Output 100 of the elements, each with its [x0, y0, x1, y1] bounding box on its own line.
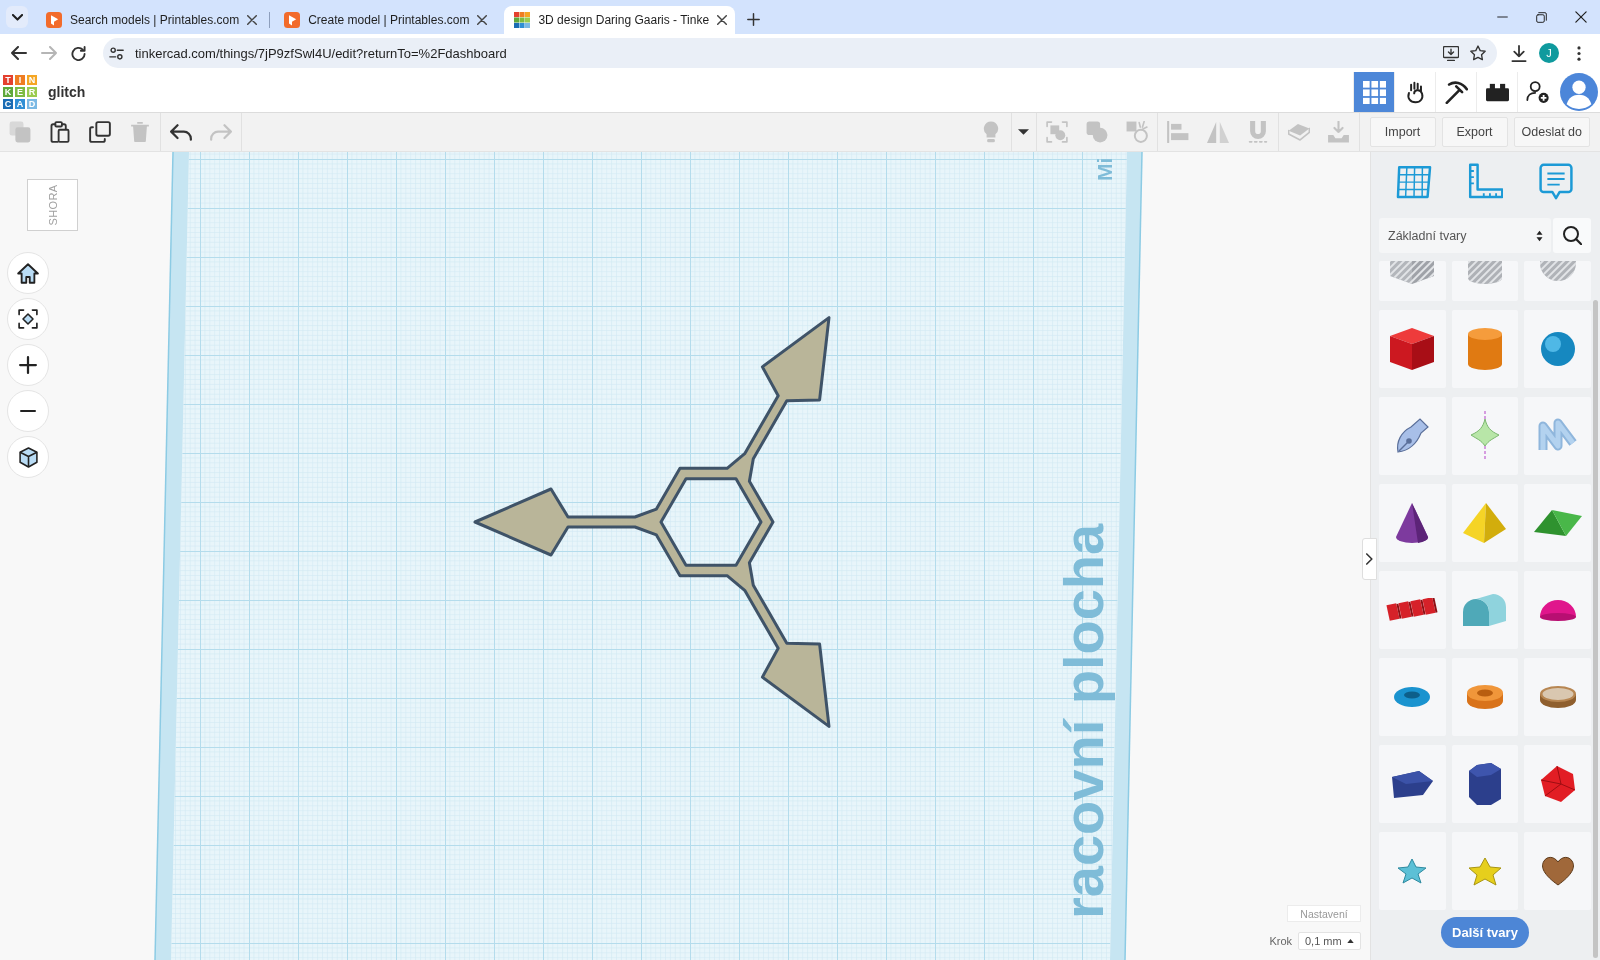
search-button[interactable] [1553, 218, 1591, 253]
shape-tile[interactable] [1451, 261, 1519, 301]
workplane-label: racovní plocha [1052, 523, 1115, 919]
site-logo-icon [46, 12, 62, 28]
shape-tile[interactable] [1451, 484, 1519, 562]
export-button[interactable]: Export [1441, 117, 1508, 147]
project-name[interactable]: glitch [48, 84, 86, 100]
ruler-icon[interactable] [1467, 162, 1503, 200]
cylinder-icon [1467, 327, 1503, 371]
star-icon[interactable] [1470, 45, 1486, 61]
shape-tile[interactable] [1524, 658, 1591, 736]
plus-icon[interactable] [747, 13, 761, 26]
browser-tab[interactable]: Create model | Printables.com [274, 6, 496, 34]
design-view-button[interactable] [1353, 72, 1394, 112]
shape-tile[interactable] [1379, 261, 1446, 301]
shape-tile[interactable] [1524, 261, 1591, 301]
chevron-down-icon [11, 13, 23, 21]
shape-tile[interactable] [1524, 571, 1591, 649]
sphere-icon [1539, 331, 1576, 367]
updown-caret-icon [1536, 229, 1543, 242]
ring-icon [1538, 685, 1577, 709]
close-icon[interactable] [1574, 11, 1587, 23]
address-bar[interactable]: tinkercad.com/things/7jP9zfSwl4U/edit?returnTo=%2Fdashboard [103, 38, 1497, 68]
scrollbar[interactable] [1593, 300, 1598, 958]
logo-letter: T [2, 74, 14, 86]
close-icon[interactable] [247, 15, 258, 25]
shape-tile[interactable] [1451, 832, 1519, 910]
home-view-button[interactable] [7, 252, 49, 294]
hexagonal-prism-icon [1468, 762, 1502, 806]
shape-tile[interactable] [1379, 571, 1446, 649]
install-icon[interactable] [1443, 45, 1459, 61]
projection-button[interactable] [7, 436, 49, 478]
shape-tile[interactable] [1379, 397, 1446, 475]
shape-tile[interactable] [1379, 658, 1446, 736]
pen-nib-icon [1395, 418, 1430, 454]
cube-icon [18, 446, 38, 468]
search-icon [1562, 226, 1582, 245]
shape-tile[interactable] [1379, 745, 1446, 823]
reload-icon[interactable] [71, 45, 86, 61]
close-icon[interactable] [477, 15, 488, 25]
shape-tile[interactable] [1524, 397, 1591, 475]
panel-toggle-button[interactable] [1362, 538, 1377, 580]
logo-letter: A [14, 98, 26, 110]
close-icon[interactable] [717, 15, 728, 25]
back-icon[interactable] [11, 46, 27, 60]
tab-search-button[interactable] [6, 6, 28, 28]
shape-tile[interactable] [1524, 484, 1591, 562]
polyhedron-icon [1539, 765, 1576, 803]
star-icon [1397, 858, 1428, 884]
step-field[interactable]: 0,1 mm [1298, 932, 1361, 950]
url-field[interactable]: tinkercad.com/things/7jP9zfSwl4U/edit?returnTo=%2Fdashboard [135, 45, 507, 61]
category-dropdown[interactable]: Základní tvary [1379, 218, 1551, 253]
pickaxe-icon [1444, 80, 1468, 104]
send-to-button[interactable]: Odeslat do [1513, 117, 1590, 147]
shape-tile[interactable] [1524, 832, 1591, 910]
copy-icon [9, 121, 31, 143]
more-icon[interactable] [1577, 45, 1581, 61]
duplicate-icon [89, 121, 111, 143]
torus-icon [1393, 686, 1432, 708]
browser-tab[interactable]: Search models | Printables.com [36, 6, 266, 34]
overlapping-shapes-icon [1085, 121, 1108, 143]
dome-icon [1538, 598, 1577, 622]
undo-icon [170, 123, 192, 141]
minus-icon [19, 410, 37, 412]
add-user-icon [1526, 80, 1550, 104]
shape-tile[interactable] [1451, 745, 1519, 823]
restore-icon[interactable] [1536, 11, 1547, 23]
redo-icon [210, 123, 232, 141]
shape-tile[interactable] [1379, 484, 1446, 562]
pentagon-prism-icon [1390, 769, 1434, 799]
tube-icon [1466, 684, 1504, 710]
shape-tile[interactable] [1451, 310, 1519, 388]
site-logo-icon [284, 12, 301, 28]
shape-tile[interactable] [1451, 397, 1519, 475]
import-button[interactable]: Import [1369, 117, 1436, 147]
spinning-top-icon [1470, 410, 1500, 462]
shape-tile[interactable] [1379, 832, 1446, 910]
striped-box-icon [1389, 261, 1436, 285]
grid-icon [1362, 80, 1386, 104]
site-settings-icon[interactable] [109, 46, 124, 60]
shape-tile[interactable] [1379, 310, 1446, 388]
logo-letter: D [26, 98, 38, 110]
shape-tile[interactable] [1451, 571, 1519, 649]
half-cylinder-icon [1462, 593, 1508, 627]
browser-tab[interactable]: 3D design Daring Gaaris - Tinke [504, 6, 736, 34]
chevron-right-icon [1366, 553, 1373, 565]
shape-tile[interactable] [1524, 310, 1591, 388]
split-shapes-icon [1125, 121, 1148, 143]
download-icon[interactable] [1511, 44, 1527, 62]
more-shapes-button[interactable]: Další tvary [1441, 917, 1529, 948]
trash-icon [130, 121, 150, 143]
notes-icon[interactable] [1537, 162, 1574, 200]
step-label: Krok [1269, 935, 1292, 947]
fit-view-button[interactable] [7, 298, 49, 340]
zoom-in-button[interactable] [7, 344, 49, 386]
shape-tile[interactable] [1451, 658, 1519, 736]
box-icon [1389, 327, 1436, 371]
shape-tile[interactable] [1524, 745, 1591, 823]
roof-icon [1532, 509, 1583, 537]
striped-cylinder-icon [1467, 261, 1503, 285]
